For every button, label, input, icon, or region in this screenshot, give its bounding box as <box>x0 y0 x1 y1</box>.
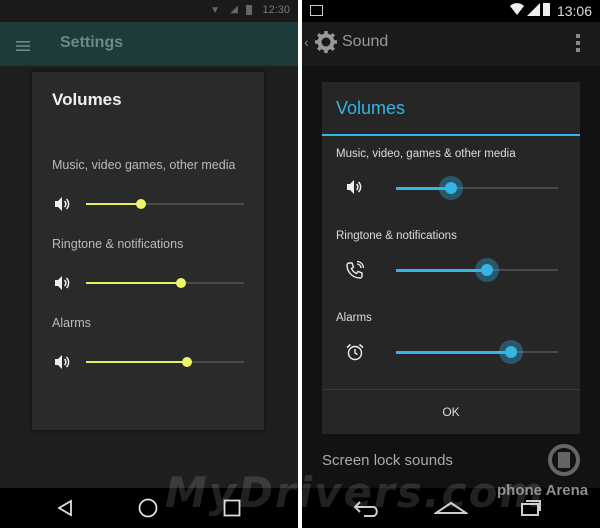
slider-fill <box>86 282 181 284</box>
ringtone-volume-slider[interactable] <box>396 264 558 276</box>
phonearena-watermark: phone Arena <box>497 482 589 499</box>
ringtone-volume-slider[interactable] <box>86 278 244 288</box>
nav-bar <box>0 488 298 528</box>
app-bar: ‹ Sound <box>302 22 600 66</box>
dialog-title: Volumes <box>52 90 122 109</box>
overflow-menu-icon[interactable] <box>576 34 580 57</box>
home-icon[interactable] <box>432 501 470 520</box>
speaker-icon[interactable] <box>346 179 362 200</box>
media-volume-slider[interactable] <box>86 199 244 209</box>
speaker-icon[interactable] <box>54 354 70 375</box>
slider-thumb[interactable] <box>445 182 458 194</box>
slider-thumb[interactable] <box>136 199 147 209</box>
alarm-volume-slider[interactable] <box>396 346 558 358</box>
signal-icon <box>527 3 540 19</box>
up-chevron-icon[interactable]: ‹ <box>304 34 309 50</box>
status-time: 13:06 <box>556 3 592 19</box>
status-time: 12:30 <box>262 4 290 16</box>
app-bar: Settings <box>0 22 298 66</box>
status-bar: ▼ ◢ 12:30 <box>0 0 298 22</box>
slider-fill <box>396 268 487 272</box>
dialog-title: Volumes <box>336 98 406 118</box>
battery-icon <box>543 3 550 16</box>
app-title: Settings <box>60 34 124 51</box>
right-screenshot: 13:06 ‹ Sound Screen lock sounds Volumes… <box>302 0 600 528</box>
home-icon[interactable] <box>138 498 158 523</box>
signal-icon: ◢ <box>230 4 238 15</box>
back-icon[interactable] <box>56 499 74 522</box>
slider-label-alarms: Alarms <box>336 312 372 324</box>
volumes-dialog: Volumes Music, video games, other media … <box>32 72 264 430</box>
screen-lock-sounds-item[interactable]: Screen lock sounds <box>322 452 453 469</box>
slider-fill <box>86 361 188 363</box>
slider-label-media: Music, video games, other media <box>52 158 236 172</box>
slider-fill <box>396 350 512 354</box>
recents-icon[interactable] <box>223 499 241 522</box>
battery-icon <box>246 5 252 15</box>
phonearena-logo-icon <box>544 440 584 485</box>
slider-label-ringtone: Ringtone & notifications <box>52 237 184 251</box>
slider-label-ringtone: Ringtone & notifications <box>336 230 457 242</box>
slider-thumb[interactable] <box>505 346 518 358</box>
slider-label-media: Music, video, games & other media <box>336 148 516 160</box>
back-icon[interactable] <box>352 499 382 522</box>
slider-thumb[interactable] <box>182 357 193 367</box>
media-volume-slider[interactable] <box>396 182 558 194</box>
recents-icon[interactable] <box>520 499 542 522</box>
app-title: Sound <box>342 33 389 50</box>
slider-label-alarms: Alarms <box>52 316 91 330</box>
title-divider <box>322 134 580 136</box>
image-notification-icon <box>310 5 323 16</box>
alarm-volume-slider[interactable] <box>86 357 244 367</box>
gear-icon <box>314 30 338 59</box>
ringtone-icon[interactable] <box>346 260 365 284</box>
volumes-dialog: Volumes Music, video, games & other medi… <box>322 82 580 434</box>
slider-thumb[interactable] <box>480 264 493 276</box>
wifi-icon <box>510 3 524 18</box>
alarm-clock-icon[interactable] <box>346 343 364 366</box>
slider-thumb[interactable] <box>175 278 186 288</box>
wifi-icon: ▼ <box>210 5 220 16</box>
menu-icon[interactable] <box>16 38 30 51</box>
left-screenshot: ▼ ◢ 12:30 Settings Volumes Music, video … <box>0 0 298 528</box>
speaker-icon[interactable] <box>54 196 70 217</box>
speaker-icon[interactable] <box>54 275 70 296</box>
slider-fill <box>86 203 142 205</box>
slider-fill <box>396 186 452 190</box>
status-bar: 13:06 <box>302 0 600 22</box>
ok-button[interactable]: OK <box>322 389 580 434</box>
